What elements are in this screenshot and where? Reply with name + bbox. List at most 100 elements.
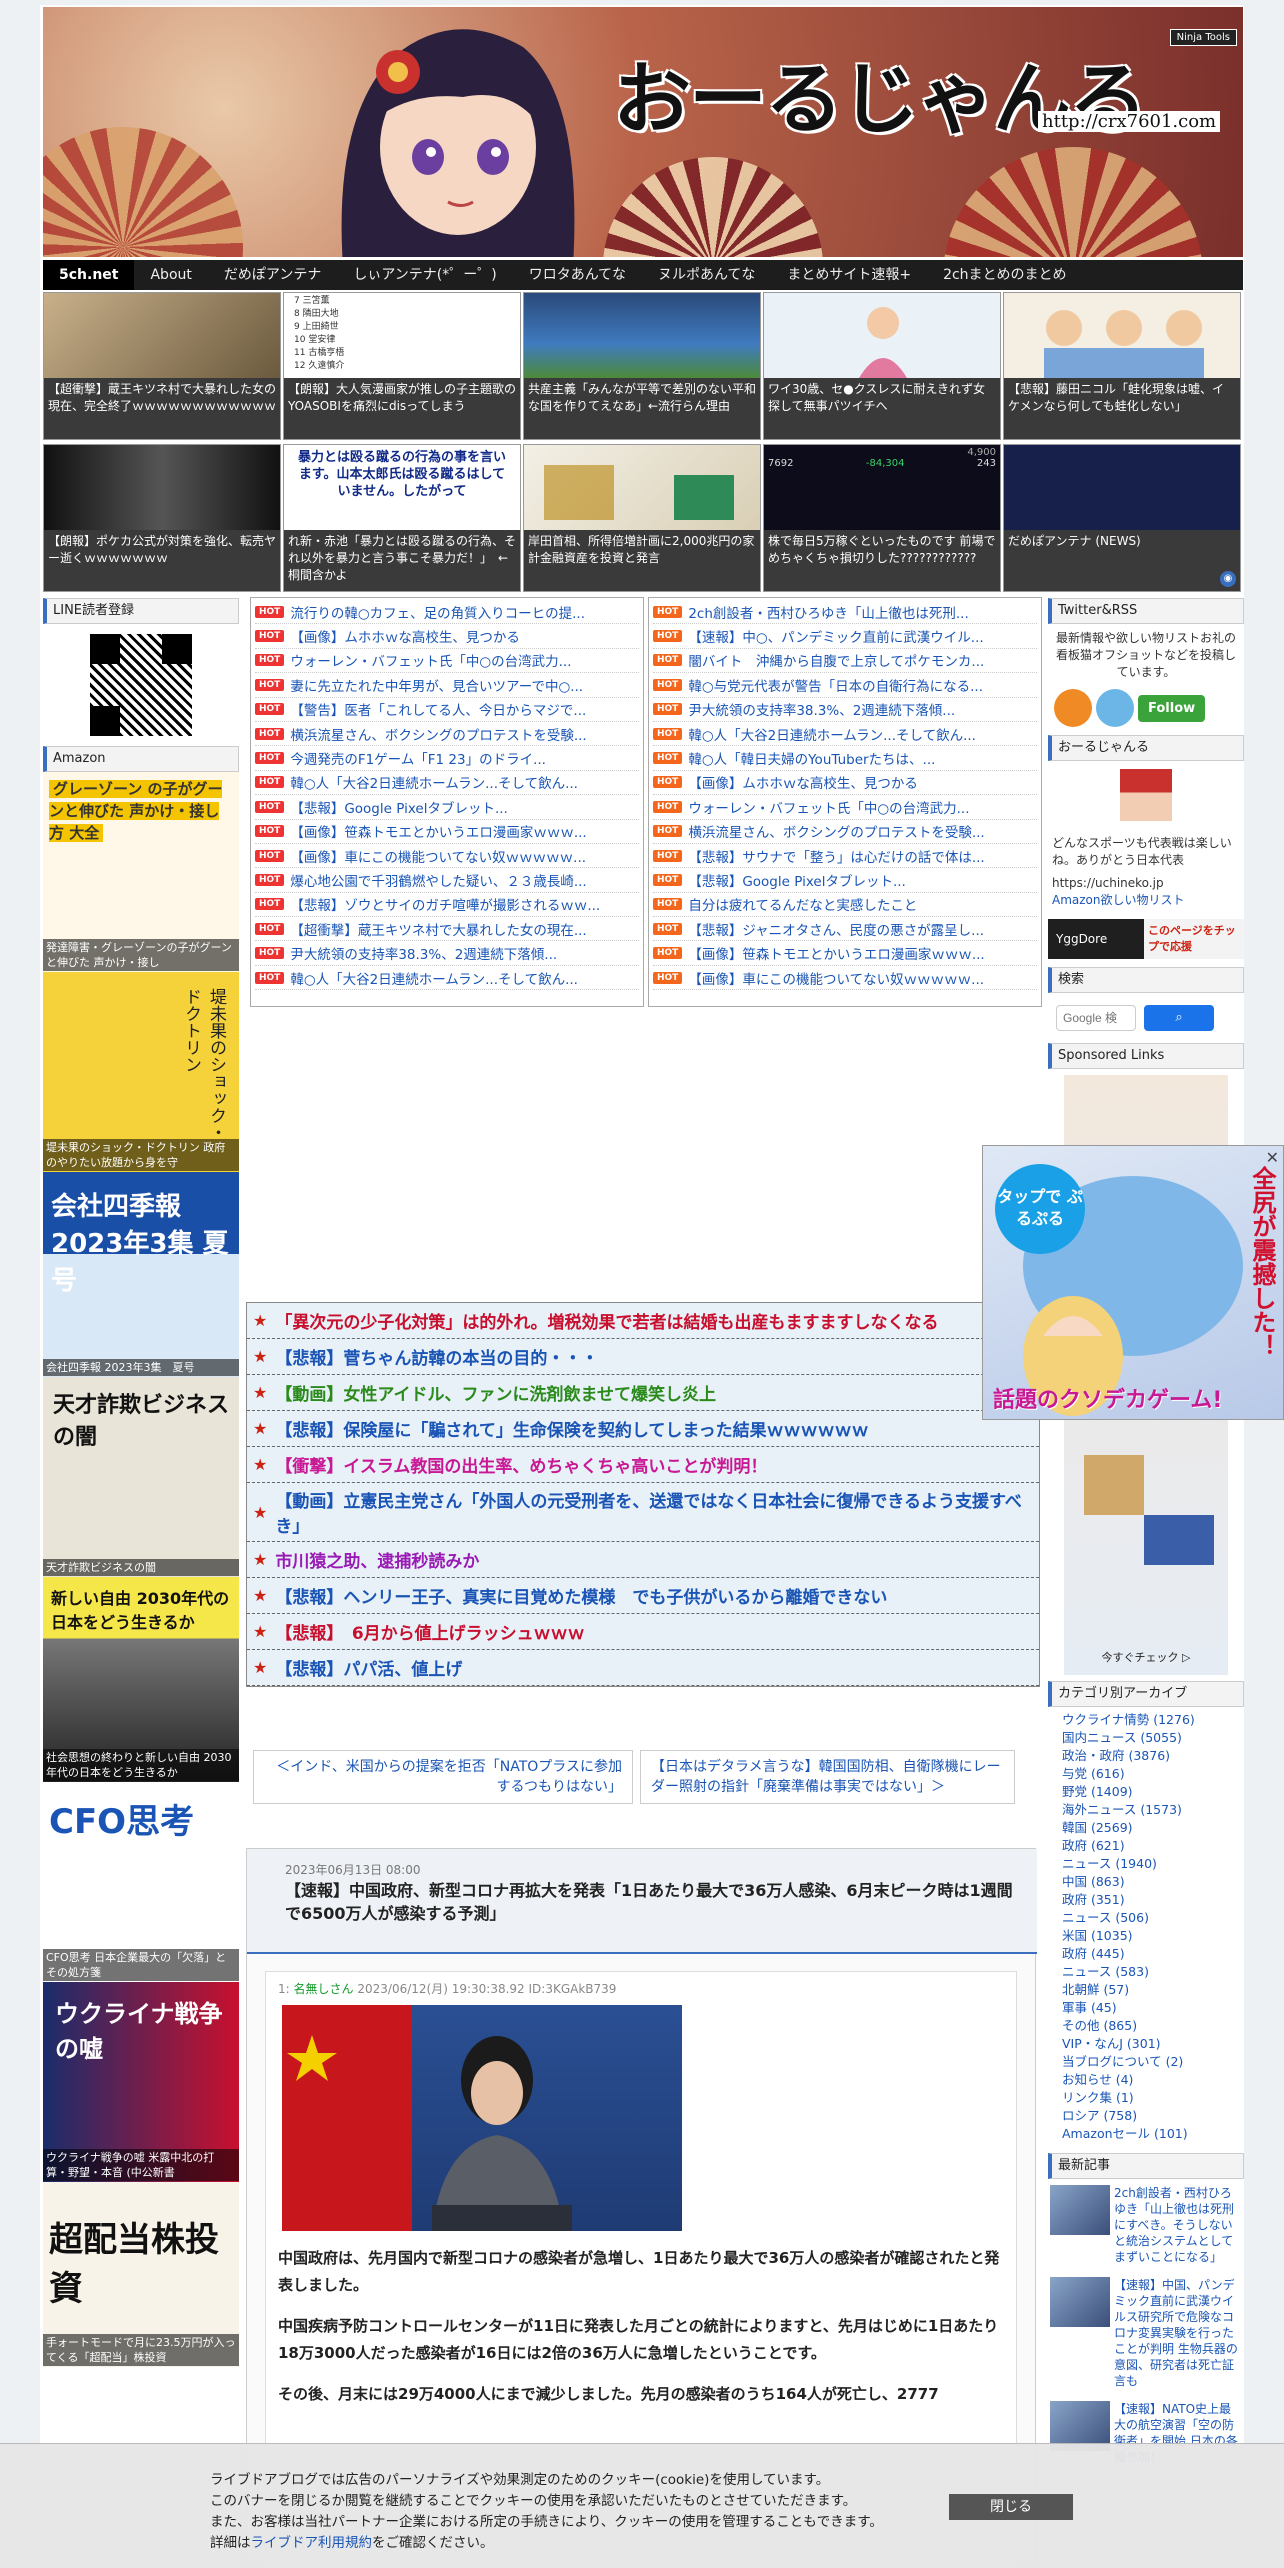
featured-article[interactable]: ★ 【動画】女性アイドル、ファンに洗剤飲ませて爆笑し炎上 bbox=[247, 1375, 1039, 1411]
hot-list-item[interactable]: HOT 闇バイト 沖縄から自腹で上京してポケモンカ... bbox=[653, 649, 1037, 674]
ninja-tools-badge[interactable]: Ninja Tools bbox=[1169, 29, 1237, 46]
featured-article-link[interactable]: 市川猿之助、逮捕秒読みか bbox=[275, 1547, 479, 1572]
hot-link[interactable]: 【超衝撃】蔵王キツネ村で大暴れした女の現在... bbox=[290, 919, 586, 939]
category-link[interactable]: ロシア (758) bbox=[1062, 2107, 1230, 2125]
hot-link[interactable]: ウォーレン・バフェット氏「中○の台湾武力... bbox=[688, 797, 969, 817]
hot-link[interactable]: 【画像】車にこの機能ついてない奴ｗｗｗｗｗ... bbox=[290, 846, 586, 866]
hot-link[interactable]: 横浜流星さん、ボクシングのプロテストを受験... bbox=[290, 724, 586, 744]
livedoor-terms-link[interactable]: ライブドア利用規約 bbox=[251, 2535, 373, 2551]
featured-article-link[interactable]: 「異次元の少子化対策」は的外れ。増税効果で若者は結婚も出産もますますしなくなる bbox=[275, 1308, 938, 1333]
amazon-book[interactable]: 新しい自由 2030年代の日本をどう生きるか 社会思想の終わりと新しい自由 20… bbox=[43, 1577, 239, 1782]
category-link[interactable]: 与党 (616) bbox=[1062, 1765, 1230, 1783]
featured-article-link[interactable]: 【悲報】ヘンリー王子、真実に目覚めた模様 でも子供がいるから離婚できない bbox=[275, 1583, 887, 1608]
latest-article-link[interactable]: 2ch創設者・西村ひろゆき「山上徹也は死刑にすべき。そうしないと統治システムとし… bbox=[1114, 2185, 1242, 2265]
nav-damepo[interactable]: だめぽアンテナ bbox=[208, 260, 337, 290]
hot-list-item[interactable]: HOT 【画像】ムホホｗな高校生、見つかる bbox=[653, 771, 1037, 796]
tile[interactable]: 7 三笘薫 8 隣田大地 9 上田綺世 10 堂安律 11 古橋亨梧 12 久遠慎介 【朗… bbox=[283, 292, 521, 440]
overlay-ad[interactable]: ✕ タップで ぷるぷる 全尻が震撼した！ 話題のクソデカゲーム! bbox=[982, 1145, 1284, 1420]
hot-list-item[interactable]: HOT ウォーレン・バフェット氏「中○の台湾武力... bbox=[255, 649, 639, 674]
tile[interactable]: 岸田首相、所得倍増計画に2,000兆円の家計金融資産を投資と発言 bbox=[523, 444, 761, 592]
featured-article[interactable]: ★ 【悲報】ヘンリー王子、真実に目覚めた模様 でも子供がいるから離婚できない bbox=[247, 1578, 1039, 1614]
latest-article[interactable]: 【速報】中国、パンデミック直前に武漢ウイルス研究所で危険なコロナ変異実験を行った… bbox=[1048, 2271, 1244, 2395]
hot-list-item[interactable]: HOT 韓○人「大谷2日連続ホームラン...そして飲ん... bbox=[255, 771, 639, 796]
featured-article-link[interactable]: 【衝撃】イスラム教国の出生率、めちゃくちゃ高いことが判明！ bbox=[275, 1452, 767, 1477]
featured-article[interactable]: ★ 【衝撃】イスラム教国の出生率、めちゃくちゃ高いことが判明！ bbox=[247, 1447, 1039, 1483]
hot-list-item[interactable]: HOT 【悲報】Google Pixelタブレット... bbox=[653, 868, 1037, 893]
tile[interactable]: 共産主義「みんなが平等で差別のない平和な国を作りてえなあ」←流行らん理由 bbox=[523, 292, 761, 440]
featured-article-link[interactable]: 【悲報】菅ちゃん訪韓の本当の目的・・・ bbox=[275, 1344, 598, 1369]
site-header-banner[interactable]: おーるじゃんる http://crx7601.com Ninja Tools bbox=[43, 7, 1243, 257]
hot-link[interactable]: 2ch創設者・西村ひろゆき「山上徹也は死刑... bbox=[688, 602, 968, 622]
hot-link[interactable]: 闇バイト 沖縄から自腹で上京してポケモンカ... bbox=[688, 650, 984, 670]
tile[interactable]: ワイ30歳、セ●クスレスに耐えきれず女探して無事パツイチへ bbox=[763, 292, 1001, 440]
hot-list-item[interactable]: HOT 【悲報】ゾウとサイのガチ喧嘩が撮影されるｗｗ... bbox=[255, 893, 639, 918]
hot-link[interactable]: 自分は疲れてるんだなと実感したこと bbox=[688, 894, 917, 914]
yggdore-banner[interactable]: YggDore このページをチップで応援 bbox=[1048, 919, 1244, 959]
hot-list-item[interactable]: HOT 妻に先立たれた中年男が、見合いツアーで中○... bbox=[255, 673, 639, 698]
featured-article-link[interactable]: 【悲報】パパ活、値上げ bbox=[275, 1655, 462, 1680]
hot-list-item[interactable]: HOT 自分は疲れてるんだなと実感したこと bbox=[653, 893, 1037, 918]
line-qr-code[interactable] bbox=[90, 634, 192, 736]
hot-list-item[interactable]: HOT 【警告】医者「これしてる人、今日からマジで... bbox=[255, 698, 639, 722]
hot-link[interactable]: 横浜流星さん、ボクシングのプロテストを受験... bbox=[688, 821, 984, 841]
hot-link[interactable]: 今週発売のF1ゲーム「F1 23」のドライ... bbox=[290, 748, 546, 768]
cookie-close-button[interactable]: 閉じる bbox=[949, 2494, 1073, 2520]
hot-link[interactable]: 流行りの韓○カフェ、足の角質入りコーヒの提... bbox=[290, 602, 585, 622]
hot-list-item[interactable]: HOT 尹大統領の支持率38.3%、2週連続下落傾... bbox=[653, 698, 1037, 722]
hot-link[interactable]: 韓○人「大谷2日連続ホームラン...そして飲ん... bbox=[290, 968, 578, 988]
hot-link[interactable]: 【警告】医者「これしてる人、今日からマジで... bbox=[290, 699, 586, 719]
category-link[interactable]: ニュース (506) bbox=[1062, 1909, 1230, 1927]
hot-link[interactable]: 韓○人「大谷2日連続ホームラン...そして飲ん... bbox=[688, 724, 976, 744]
hot-link[interactable]: 韓○人「大谷2日連続ホームラン...そして飲ん... bbox=[290, 772, 578, 792]
tile[interactable]: 【朗報】ポケカ公式が対策を強化、転売ヤー逝くｗｗｗｗｗｗｗ bbox=[43, 444, 281, 592]
hot-link[interactable]: 【悲報】ゾウとサイのガチ喧嘩が撮影されるｗｗ... bbox=[290, 894, 600, 914]
amazon-book[interactable]: 堤未果のショック・ドクトリン 堤未果のショック・ドクトリン 政府のやりたい放題か… bbox=[43, 972, 239, 1172]
nav-matome-plus[interactable]: まとめサイト速報+ bbox=[771, 260, 927, 290]
twitter-bird-icon[interactable] bbox=[1096, 689, 1134, 727]
search-input[interactable] bbox=[1056, 1005, 1136, 1031]
featured-article-link[interactable]: 【動画】女性アイドル、ファンに洗剤飲ませて爆笑し炎上 bbox=[275, 1380, 716, 1405]
hot-list-item[interactable]: HOT 【画像】笹森トモエとかいうエロ漫画家ｗｗｗ... bbox=[255, 820, 639, 844]
profile-link[interactable]: https://uchineko.jp bbox=[1048, 875, 1244, 892]
hot-list-item[interactable]: HOT 【悲報】ジャニオタさん、民度の悪さが露呈し... bbox=[653, 917, 1037, 942]
nav-warota[interactable]: ワロタあんてな bbox=[513, 260, 642, 290]
amazon-book[interactable]: 天才詐欺ビジネスの闇 天才詐欺ビジネスの闇 bbox=[43, 1377, 239, 1577]
category-link[interactable]: お知らせ (4) bbox=[1062, 2071, 1230, 2089]
next-article-link[interactable]: 【日本はデタラメ言うな】韓国国防相、自衛隊機にレーダー照射の指針「廃棄準備は事実… bbox=[640, 1750, 1015, 1804]
hot-list-item[interactable]: HOT 【超衝撃】蔵王キツネ村で大暴れした女の現在... bbox=[255, 917, 639, 942]
tile[interactable]: 暴力とは殴る蹴るの行為の事を言います。山本太郎氏は殴る蹴るはしていません。したが… bbox=[283, 444, 521, 592]
hot-list-item[interactable]: HOT 韓○人「韓日夫婦のYouTuberたちは、... bbox=[653, 746, 1037, 771]
featured-article[interactable]: ★ 【悲報】 6月から値上げラッシュｗｗｗ bbox=[247, 1614, 1039, 1650]
category-link[interactable]: リンク集 (1) bbox=[1062, 2089, 1230, 2107]
tile[interactable]: 【超衝撃】蔵王キツネ村で大暴れした女の現在、完全終了ｗｗｗｗｗｗｗｗｗｗｗｗ bbox=[43, 292, 281, 440]
category-link[interactable]: 政治・政府 (3876) bbox=[1062, 1747, 1230, 1765]
hot-list-item[interactable]: HOT 【画像】車にこの機能ついてない奴ｗｗｗｗｗ... bbox=[653, 966, 1037, 991]
hot-list-item[interactable]: HOT 【画像】ムホホｗな高校生、見つかる bbox=[255, 624, 639, 649]
category-link[interactable]: VIP・なんJ (301) bbox=[1062, 2035, 1230, 2053]
hot-link[interactable]: 【悲報】サウナで「整う」は心だけの話で体は... bbox=[688, 846, 984, 866]
category-link[interactable]: その他 (865) bbox=[1062, 2017, 1230, 2035]
featured-article[interactable]: ★ 【悲報】保険屋に「騙されて」生命保険を契約してしまった結果ｗｗｗｗｗｗ bbox=[247, 1411, 1039, 1447]
rss-icon[interactable] bbox=[1054, 689, 1092, 727]
hot-list-item[interactable]: HOT ウォーレン・バフェット氏「中○の台湾武力... bbox=[653, 795, 1037, 820]
hot-list-item[interactable]: HOT 【画像】笹森トモエとかいうエロ漫画家ｗｗｗ... bbox=[653, 941, 1037, 966]
hot-list-item[interactable]: HOT 韓○人「大谷2日連続ホームラン...そして飲ん... bbox=[653, 722, 1037, 747]
featured-article[interactable]: ★ 【悲報】菅ちゃん訪韓の本当の目的・・・ bbox=[247, 1339, 1039, 1375]
hot-list-item[interactable]: HOT 爆心地公園で千羽鶴燃やした疑い、２３歳長崎... bbox=[255, 868, 639, 893]
hot-link[interactable]: 妻に先立たれた中年男が、見合いツアーで中○... bbox=[290, 675, 583, 695]
category-link[interactable]: 政府 (445) bbox=[1062, 1945, 1230, 1963]
category-link[interactable]: 海外ニュース (1573) bbox=[1062, 1801, 1230, 1819]
amazon-book[interactable]: 会社四季報 2023年3集 夏号 会社四季報 2023年3集 夏号 bbox=[43, 1172, 239, 1377]
hot-link[interactable]: 【速報】中○、パンデミック直前に武漢ウイル... bbox=[688, 626, 983, 646]
category-link[interactable]: ウクライナ情勢 (1276) bbox=[1062, 1711, 1230, 1729]
tile[interactable]: だめぽアンテナ (NEWS) ◉ bbox=[1003, 444, 1241, 592]
hot-link[interactable]: 【画像】笹森トモエとかいうエロ漫画家ｗｗｗ... bbox=[290, 821, 586, 841]
nav-2ch-matome[interactable]: 2chまとめのまとめ bbox=[927, 260, 1082, 290]
amazon-book[interactable]: グレーゾーン の子がグーンと伸びた 声かけ・接し方 大全 発達障害・グレーゾーン… bbox=[43, 772, 239, 972]
hot-list-item[interactable]: HOT 【悲報】Google Pixelタブレット... bbox=[255, 795, 639, 820]
hot-list-item[interactable]: HOT 今週発売のF1ゲーム「F1 23」のドライ... bbox=[255, 746, 639, 771]
hot-link[interactable]: 【画像】車にこの機能ついてない奴ｗｗｗｗｗ... bbox=[688, 968, 984, 988]
amazon-book[interactable]: ウクライナ戦争の嘘 ウクライナ戦争の嘘 米露中北の打算・野望・本音 (中公新書 bbox=[43, 1982, 239, 2182]
category-link[interactable]: 北朝鮮 (57) bbox=[1062, 1981, 1230, 1999]
featured-article[interactable]: ★ 「異次元の少子化対策」は的外れ。増税効果で若者は結婚も出産もますますしなくなる bbox=[247, 1303, 1039, 1339]
